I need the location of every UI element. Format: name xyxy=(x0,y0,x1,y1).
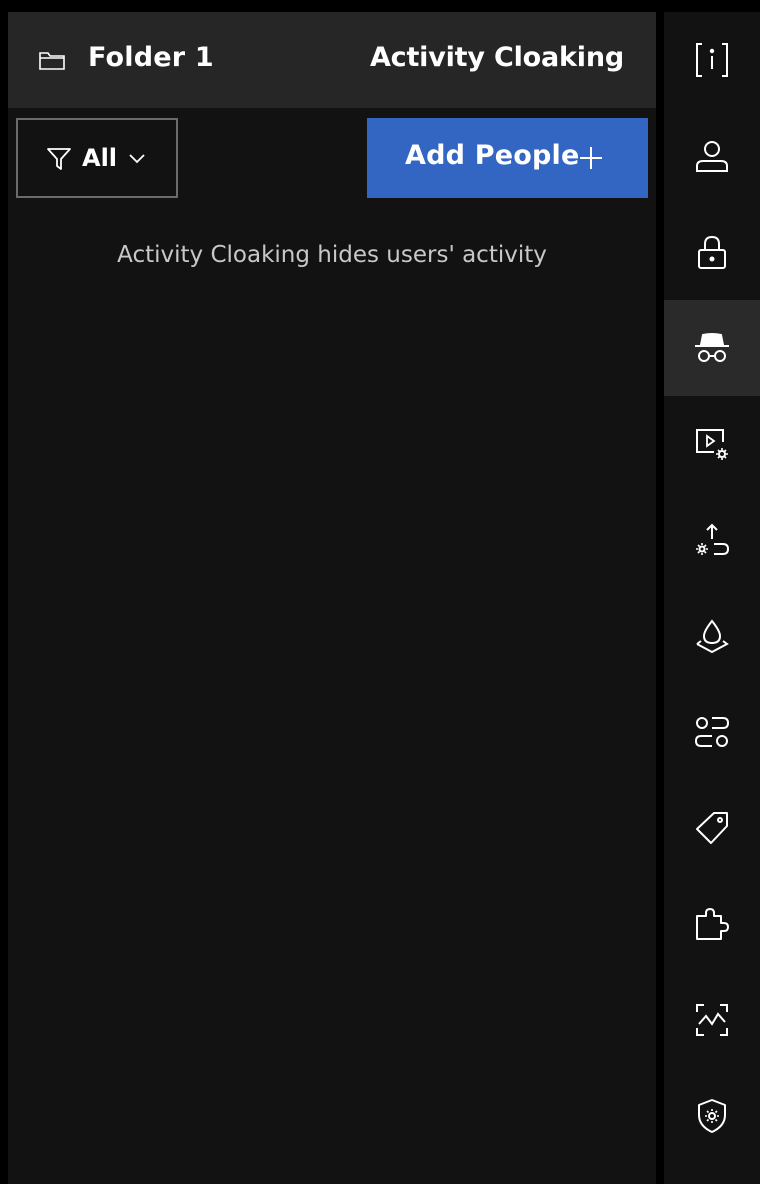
rail-item-activity-cloaking[interactable] xyxy=(664,300,760,396)
chevron-down-icon xyxy=(129,154,145,164)
rail-item-info[interactable] xyxy=(664,12,760,108)
lock-icon xyxy=(698,235,726,269)
page-title: Activity Cloaking xyxy=(369,42,624,73)
user-icon xyxy=(696,141,728,172)
activity-scan-icon xyxy=(696,1004,728,1036)
rail-item-user[interactable] xyxy=(664,108,760,204)
upload-settings-icon xyxy=(696,523,730,555)
tag-icon xyxy=(696,812,728,844)
shield-gear-icon xyxy=(698,1099,726,1133)
incognito-icon xyxy=(695,333,729,362)
empty-state-message: Activity Cloaking hides users' activity xyxy=(117,242,547,268)
rail-item-lock[interactable] xyxy=(664,204,760,300)
rail-item-integrations[interactable] xyxy=(664,876,760,972)
info-icon xyxy=(696,43,728,77)
settings-rail xyxy=(664,12,760,1184)
toggles-icon xyxy=(694,717,730,747)
plus-icon xyxy=(580,147,602,169)
rail-item-video-settings[interactable] xyxy=(664,396,760,492)
rail-item-toggles[interactable] xyxy=(664,684,760,780)
app-root: Folder 1 Activity Cloaking All Add Peopl… xyxy=(0,0,760,1184)
video-settings-icon xyxy=(696,429,728,460)
filter-dropdown[interactable]: All xyxy=(16,118,178,198)
filter-value: All xyxy=(82,144,118,172)
folder-name: Folder 1 xyxy=(88,42,214,73)
rail-item-upload-settings[interactable] xyxy=(664,492,760,588)
filter-icon xyxy=(47,148,71,170)
add-people-button[interactable]: Add People xyxy=(367,118,648,198)
rail-item-security[interactable] xyxy=(664,1068,760,1164)
folder-icon xyxy=(39,52,65,70)
rail-item-tags[interactable] xyxy=(664,780,760,876)
panel-header: Folder 1 Activity Cloaking xyxy=(8,12,656,108)
rail-item-activity[interactable] xyxy=(664,972,760,1068)
watermark-drop-icon xyxy=(696,619,729,654)
add-people-label: Add People xyxy=(405,140,580,171)
rail-item-watermark[interactable] xyxy=(664,588,760,684)
activity-cloaking-panel: Folder 1 Activity Cloaking All Add Peopl… xyxy=(8,12,656,1184)
puzzle-icon xyxy=(696,908,729,940)
